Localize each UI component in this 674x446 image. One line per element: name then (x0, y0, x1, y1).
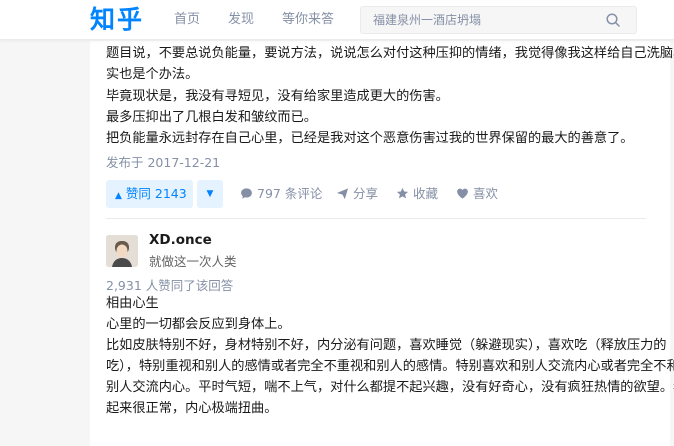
answer-text-line: 把负能量永远封存在自己心里，已经是我对这个恶意伤害过我的世界保留的最大的善意了。 (106, 131, 634, 146)
caret-down-icon: ▼ (206, 189, 214, 199)
collect-label: 收藏 (413, 186, 439, 201)
author-name[interactable]: XD.once (149, 232, 212, 248)
like-button[interactable]: 喜欢 (456, 180, 498, 208)
search-box (360, 6, 637, 34)
search-input[interactable] (373, 7, 593, 33)
answer-text-line: 比如皮肤特别不好，身材特别不好，内分泌有问题，喜欢睡觉（躲避现实），喜欢吃（释放… (106, 338, 667, 353)
comment-label: 797 条评论 (257, 186, 323, 201)
downvote-button[interactable]: ▼ (197, 180, 223, 208)
answer-text-line: 最多压抑出了几根白发和皱纹而已。 (106, 110, 317, 125)
answer-text-line: 别人交流内心。平时气短，喘不上气，对什么都提不起兴趣，没有好奇心，没有疯狂热情的… (106, 380, 674, 395)
share-button[interactable]: 分享 (336, 180, 378, 208)
comment-button[interactable]: 797 条评论 (240, 180, 322, 208)
zhihu-logo[interactable]: 知乎 (90, 4, 144, 36)
answer-card: 题目说，不要总说负能量，要说方法，说说怎么对付这种压抑的情绪，我觉得像我这样给自… (90, 41, 674, 446)
share-icon (336, 188, 349, 200)
answer-text-line: 毕竟现状是，我没有寻短见，没有给家里造成更大的伤害。 (106, 89, 449, 104)
caret-up-icon: ▲ (115, 191, 122, 201)
nav-waiting-answer[interactable]: 等你来答 (282, 0, 334, 40)
avatar-image (106, 235, 138, 267)
answer-text-line: 题目说，不要总说负能量，要说方法，说说怎么对付这种压抑的情绪，我觉得像我这样给自… (106, 46, 674, 61)
top-bar: 知乎 首页 发现 等你来答 (0, 0, 674, 40)
share-label: 分享 (353, 186, 379, 201)
collect-button[interactable]: 收藏 (396, 180, 438, 208)
comment-icon (241, 188, 252, 199)
agree-count[interactable]: 2,931 人赞同了该回答 (106, 275, 233, 294)
answer-text-line: 实也是个办法。 (106, 67, 199, 82)
publish-date[interactable]: 发布于 2017-12-21 (106, 152, 220, 171)
answer-text-line: 心里的一切都会反应到身体上。 (106, 317, 291, 332)
answer-divider (106, 218, 646, 219)
avatar[interactable] (106, 235, 138, 267)
nav-discover[interactable]: 发现 (228, 0, 254, 40)
answer-text-line: 吃），特别重视和别人的感情或者完全不重视和别人的感情。特别喜欢和别人交流内心或者… (106, 359, 674, 374)
answer-text-line: 起来很正常，内心极端扭曲。 (106, 401, 278, 416)
heart-icon (457, 188, 468, 199)
search-icon[interactable] (605, 12, 621, 28)
answer-actions: ▲ 赞同 2143 ▼ 797 条评论 分享 收藏 喜欢 (106, 180, 666, 208)
answer-text-line: 相由心生 (106, 296, 159, 311)
star-icon (396, 187, 409, 199)
upvote-button[interactable]: ▲ 赞同 2143 (106, 180, 193, 208)
nav-home[interactable]: 首页 (174, 0, 200, 40)
author-bio: 就做这一次人类 (149, 254, 237, 269)
like-label: 喜欢 (473, 186, 499, 201)
upvote-label: 赞同 2143 (125, 186, 187, 201)
